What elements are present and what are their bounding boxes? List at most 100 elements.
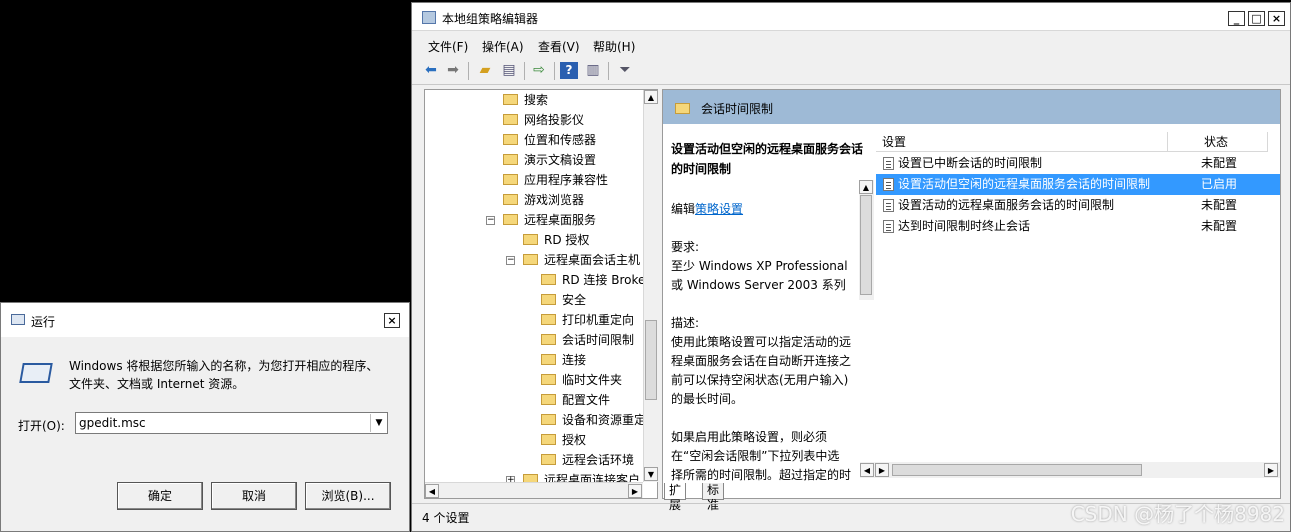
menu-file[interactable]: 文件(F)	[428, 38, 468, 55]
status-text: 4 个设置	[422, 511, 470, 525]
menu-action[interactable]: 操作(A)	[482, 38, 524, 55]
tree-node[interactable]: 连接	[541, 350, 586, 370]
tree-node[interactable]: 网络投影仪	[503, 110, 584, 130]
tab-extended[interactable]: 扩展	[664, 483, 687, 512]
tree-node-label: 远程桌面服务	[524, 213, 597, 227]
open-label: 打开(O):	[18, 419, 65, 433]
tree-horizontal-scrollbar[interactable]: ◀ ▶	[425, 482, 643, 498]
tree-node[interactable]: 临时文件夹	[541, 370, 622, 390]
back-arrow-icon[interactable]: ⬅	[422, 62, 440, 79]
gpedit-titlebar[interactable]: 本地组策略编辑器 _ □ ×	[412, 3, 1290, 31]
tree-node[interactable]: 会话时间限制	[541, 330, 634, 350]
tree-node[interactable]: 搜索	[503, 90, 548, 110]
folder-icon	[503, 134, 518, 145]
dropdown-arrow-icon[interactable]: ▼	[370, 414, 387, 432]
tree-node[interactable]: − 远程桌面会话主机	[506, 250, 640, 270]
details-header-title: 会话时间限制	[701, 102, 774, 116]
up-folder-icon[interactable]: ▰	[476, 62, 494, 79]
scroll-left-arrow-icon[interactable]: ◀	[425, 484, 439, 498]
policy-setting-icon	[883, 178, 894, 191]
run-titlebar[interactable]: 运行 ×	[1, 303, 409, 337]
list-horizontal-scrollbar[interactable]: ◀ ▶ ▶	[860, 462, 1280, 478]
tree-node[interactable]: 应用程序兼容性	[503, 170, 608, 190]
folder-icon	[503, 174, 518, 185]
policy-setting-name: 设置已中断会话的时间限制	[898, 156, 1043, 170]
browse-button[interactable]: 浏览(B)...	[305, 482, 391, 510]
export-list-icon[interactable]: ⇨	[530, 62, 548, 79]
list-scroll-thumb[interactable]	[892, 464, 1142, 476]
maximize-button[interactable]: □	[1248, 11, 1265, 26]
tree-node-label: 远程桌面会话主机	[544, 253, 641, 267]
tree-node-label: 位置和传感器	[524, 133, 597, 147]
tree-node[interactable]: 位置和传感器	[503, 130, 596, 150]
policy-state: 已启用	[1201, 177, 1238, 191]
tree-node[interactable]: − 远程桌面服务	[486, 210, 596, 230]
scroll-right-arrow-icon[interactable]: ▶	[1264, 463, 1278, 477]
tree-node[interactable]: 游戏浏览器	[503, 190, 584, 210]
menu-bar: 文件(F) 操作(A) 查看(V) 帮助(H)	[412, 32, 1290, 56]
scroll-right-arrow-icon[interactable]: ▶	[628, 484, 642, 498]
show-hide-action-pane-icon[interactable]: ▥	[584, 62, 602, 79]
scroll-up-arrow-icon[interactable]: ▲	[859, 180, 873, 194]
scroll-left-arrow-icon[interactable]: ◀	[860, 463, 874, 477]
tree-node[interactable]: RD 授权	[523, 230, 589, 250]
scroll-down-arrow-icon[interactable]: ▼	[644, 467, 658, 481]
run-prompt-line2: 文件夹、文档或 Internet 资源。	[69, 377, 245, 391]
help-icon[interactable]: ?	[560, 62, 578, 79]
ok-button[interactable]: 确定	[117, 482, 203, 510]
tree-pane: 搜索 网络投影仪 位置和传感器 演示文稿设置 应用程序兼容性 游戏浏览器 − 远程桌面服务 RD…	[424, 89, 658, 499]
folder-icon	[503, 114, 518, 125]
scroll-up-arrow-icon[interactable]: ▲	[644, 90, 658, 104]
folder-icon	[503, 94, 518, 105]
gpedit-app-icon	[422, 11, 436, 24]
tree-node[interactable]: 演示文稿设置	[503, 150, 596, 170]
policy-row[interactable]: 设置已中断会话的时间限制 未配置	[876, 153, 1280, 174]
tree-vertical-scrollbar[interactable]: ▲ ▼	[643, 90, 658, 482]
policy-settings-link[interactable]: 策略设置	[695, 202, 743, 216]
policy-row[interactable]: 达到时间限制时终止会话 未配置	[876, 216, 1280, 237]
description-scrollbar[interactable]: ▲	[859, 180, 874, 300]
column-header-setting[interactable]: 设置	[876, 132, 1168, 152]
tree-node[interactable]: 配置文件	[541, 390, 610, 410]
gpedit-window: 本地组策略编辑器 _ □ × 文件(F) 操作(A) 查看(V) 帮助(H) ⬅…	[411, 2, 1291, 532]
show-hide-tree-icon[interactable]: ▤	[500, 62, 518, 79]
tree-scroll-thumb[interactable]	[645, 320, 657, 400]
tree-node-label: 打印机重定向	[562, 313, 635, 327]
policy-row[interactable]: 设置活动但空闲的远程桌面服务会话的时间限制 已启用	[876, 174, 1280, 195]
tree-node[interactable]: 远程会话环境	[541, 450, 634, 470]
policy-setting-icon	[883, 199, 894, 212]
description-line2: 程桌面服务会话在自动断开连接之	[671, 354, 852, 368]
run-close-button[interactable]: ×	[384, 313, 400, 328]
minimize-button[interactable]: _	[1228, 11, 1245, 26]
menu-view[interactable]: 查看(V)	[538, 38, 580, 55]
folder-icon	[541, 274, 556, 285]
cancel-button[interactable]: 取消	[211, 482, 297, 510]
menu-help[interactable]: 帮助(H)	[593, 38, 635, 55]
policy-title-line2: 的时间限制	[671, 162, 732, 176]
collapse-minus-icon[interactable]: −	[506, 256, 515, 265]
open-input-value[interactable]: gpedit.msc	[79, 416, 146, 430]
description-scroll-thumb[interactable]	[860, 195, 872, 295]
tree-node-label: 会话时间限制	[562, 333, 635, 347]
collapse-minus-icon[interactable]: −	[486, 216, 495, 225]
tree-node-label: 远程会话环境	[562, 453, 635, 467]
tree-node[interactable]: RD 连接 Broke	[541, 270, 645, 290]
tree-node-label: 安全	[562, 293, 587, 307]
tab-standard[interactable]: 标准	[702, 483, 725, 512]
filter-icon[interactable]: ⏷	[616, 62, 634, 79]
forward-arrow-icon[interactable]: ➡	[444, 62, 462, 79]
toolbar-separator	[524, 62, 525, 80]
close-button[interactable]: ×	[1268, 11, 1285, 26]
edit-policy-line: 编辑策略设置	[671, 200, 743, 217]
tree-node-label: 授权	[562, 433, 587, 447]
column-header-state[interactable]: 状态	[1168, 132, 1268, 152]
tree-node-label: 临时文件夹	[562, 373, 623, 387]
tree-node[interactable]: 设备和资源重定	[541, 410, 646, 430]
policy-row[interactable]: 设置活动的远程桌面服务会话的时间限制 未配置	[876, 195, 1280, 216]
tree-node[interactable]: 打印机重定向	[541, 310, 634, 330]
scroll-right-arrow-icon[interactable]: ▶	[875, 463, 889, 477]
tree-node[interactable]: 授权	[541, 430, 586, 450]
open-combobox[interactable]: gpedit.msc ▼	[75, 412, 388, 434]
tree-node[interactable]: 安全	[541, 290, 586, 310]
folder-icon	[675, 103, 690, 114]
